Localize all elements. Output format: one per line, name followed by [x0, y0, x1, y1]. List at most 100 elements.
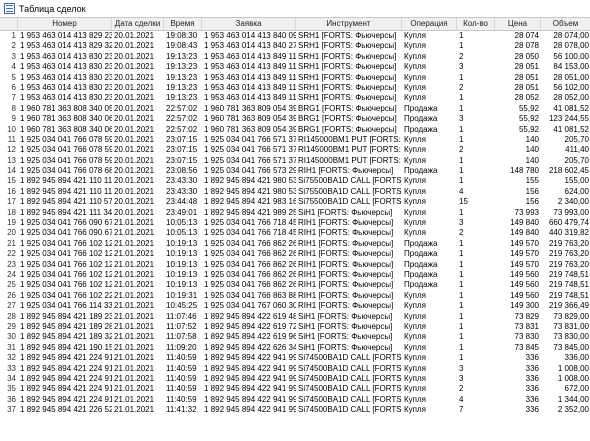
table-row[interactable]: 17 1 892 945 894 421 110 579 20.01.2021 23:… [0, 197, 590, 207]
column-header-operation[interactable]: Операция [402, 18, 457, 30]
table-row[interactable]: 31 1 892 945 894 421 190 150 21.01.2021 11:… [0, 343, 590, 353]
order-number-cell: 1 892 945 894 422 941 995 [204, 394, 296, 404]
trade-number-cell: 1 953 463 014 413 829 324 [20, 41, 112, 51]
trade-number-cell: 1 892 945 894 421 224 918 [20, 384, 112, 394]
table-row[interactable]: 23 1 925 034 041 766 102 127 21.01.2021 10:… [0, 260, 590, 270]
table-row[interactable]: 2 1 953 463 014 413 829 324 20.01.2021 19:0… [0, 41, 590, 52]
trade-number-cell: 1 925 034 041 766 078 689 [20, 166, 112, 176]
order-number-cell: 1 925 034 041 766 571 375 [204, 134, 296, 144]
table-row[interactable]: 11 1 925 034 041 766 078 593 20.01.2021 23:… [0, 135, 590, 145]
operation-cell: Продажа [404, 114, 438, 124]
table-row[interactable]: 3 1 953 463 014 413 830 232 20.01.2021 19:1… [0, 52, 590, 62]
quantity-cell: 2 [459, 228, 464, 238]
order-number-cell: 1 892 945 894 422 626 343 [204, 342, 296, 352]
order-number-cell: 1 925 034 041 766 573 294 [204, 166, 296, 176]
table-row[interactable]: 36 1 892 945 894 421 224 919 21.01.2021 11:… [0, 394, 590, 406]
table-row[interactable]: 9 1 960 781 363 808 340 060 20.01.2021 22:5… [0, 114, 590, 124]
trades-table[interactable]: Номер Дата сделки Время Заявка Инструмен… [0, 18, 590, 415]
trade-time-cell: 11:40:59 [166, 353, 197, 363]
trade-date-cell: 20.01.2021 [114, 51, 155, 61]
operation-cell: Продажа [404, 238, 438, 248]
trade-time-cell: 23:44:48 [166, 197, 198, 207]
table-row[interactable]: 18 1 892 945 894 421 111 348 20.01.2021 23:… [0, 207, 590, 219]
volume-cell: 660 479,74 [548, 218, 589, 228]
table-row[interactable]: 5 1 953 463 014 413 830 234 20.01.2021 19:1… [0, 73, 590, 83]
table-row[interactable]: 8 1 960 781 363 808 340 059 20.01.2021 22:5… [0, 103, 590, 115]
quantity-cell: 1 [459, 166, 464, 176]
table-row[interactable]: 32 1 892 945 894 421 224 915 21.01.2021 11:… [0, 353, 590, 364]
table-row[interactable]: 20 1 925 034 041 766 090 671 21.01.2021 10:… [0, 228, 590, 239]
table-row[interactable]: 16 1 892 945 894 421 110 115 20.01.2021 23:… [0, 186, 590, 198]
table-row[interactable]: 34 1 892 945 894 421 224 917 21.01.2021 11:… [0, 373, 590, 385]
instrument-cell: RIH1 [FORTS: Фьючерсы] [298, 280, 394, 290]
price-cell: 148 780 [510, 166, 539, 176]
column-header-volume[interactable]: Объем [541, 18, 590, 30]
operation-cell: Продажа [404, 269, 438, 279]
quantity-cell: 4 [459, 186, 464, 196]
instrument-cell: Si75500BA1D CALL [FORTS: Опц [298, 176, 402, 186]
instrument-cell: RIH1 [FORTS: Фьючерсы] [298, 228, 394, 238]
table-row[interactable]: 25 1 925 034 041 766 102 129 21.01.2021 10:… [0, 280, 590, 290]
table-row[interactable]: 24 1 925 034 041 766 102 128 21.01.2021 10:… [0, 269, 590, 281]
table-row[interactable]: 28 1 892 945 894 421 189 231 21.01.2021 11:… [0, 311, 590, 322]
table-row[interactable]: 13 1 925 034 041 766 078 595 20.01.2021 23:… [0, 156, 590, 166]
table-row[interactable]: 1 1 953 463 014 413 829 232 20.01.2021 19:0… [0, 31, 590, 41]
trade-date-cell: 21.01.2021 [114, 259, 155, 269]
trade-number-cell: 1 892 945 894 421 190 150 [20, 342, 112, 352]
table-row[interactable]: 33 1 892 945 894 421 224 916 21.01.2021 11:… [0, 364, 590, 374]
table-row[interactable]: 7 1 953 463 014 413 830 236 20.01.2021 19:1… [0, 93, 590, 103]
table-row[interactable]: 27 1 925 034 041 766 114 338 21.01.2021 10:… [0, 301, 590, 311]
instrument-cell: SRH1 [FORTS: Фьючерсы] [298, 41, 397, 51]
table-row[interactable]: 10 1 960 781 363 808 340 061 20.01.2021 22:… [0, 124, 590, 135]
instrument-cell: RIH1 [FORTS: Фьючерсы] [298, 238, 394, 248]
price-cell: 149 840 [510, 218, 539, 228]
price-cell: 28 078 [514, 41, 539, 51]
quantity-cell: 4 [459, 394, 464, 404]
instrument-cell: BRG1 [FORTS: Фьючерсы] [298, 124, 397, 134]
table-row[interactable]: 26 1 925 034 041 766 102 224 21.01.2021 10:… [0, 290, 590, 302]
column-header-time[interactable]: Время [164, 18, 202, 30]
table-row[interactable]: 29 1 892 945 894 421 189 281 21.01.2021 11:… [0, 322, 590, 332]
order-number-cell: 1 892 945 894 422 619 482 [204, 311, 296, 321]
column-header-quantity[interactable]: Кол-во [457, 18, 495, 30]
price-cell: 149 560 [510, 290, 539, 300]
table-row[interactable]: 6 1 953 463 014 413 830 235 20.01.2021 19:1… [0, 82, 590, 94]
table-row[interactable]: 30 1 892 945 894 421 189 326 21.01.2021 11:… [0, 332, 590, 343]
window-titlebar[interactable]: Таблица сделок [0, 0, 590, 18]
order-number-cell: 1 925 034 041 766 863 881 [204, 290, 296, 300]
trade-number-cell: 1 892 945 894 421 189 231 [20, 311, 112, 321]
operation-cell: Продажа [404, 166, 438, 176]
volume-cell: 2 352,00 [557, 405, 589, 415]
column-header-index[interactable] [0, 18, 18, 30]
table-row[interactable]: 37 1 892 945 894 421 226 525 21.01.2021 11:… [0, 405, 590, 415]
table-row[interactable]: 12 1 925 034 041 766 078 594 20.01.2021 23:… [0, 145, 590, 156]
table-row[interactable]: 21 1 925 034 041 766 102 125 21.01.2021 10:… [0, 239, 590, 249]
table-row[interactable]: 22 1 925 034 041 766 102 126 21.01.2021 10:… [0, 249, 590, 260]
column-header-order[interactable]: Заявка [202, 18, 296, 30]
operation-cell: Продажа [404, 249, 438, 259]
trade-date-cell: 21.01.2021 [114, 249, 155, 259]
quantity-cell: 3 [459, 373, 464, 383]
column-header-instrument[interactable]: Инструмент [296, 18, 402, 30]
table-row[interactable]: 35 1 892 945 894 421 224 918 21.01.2021 11:… [0, 384, 590, 394]
column-header-number[interactable]: Номер [18, 18, 112, 30]
instrument-cell: SiH1 [FORTS: Фьючерсы] [298, 321, 393, 331]
quantity-cell: 7 [459, 405, 464, 415]
instrument-cell: Si74500BA1D CALL [FORTS: Опц [298, 384, 402, 394]
volume-cell: 1 008,00 [557, 373, 589, 383]
table-row[interactable]: 15 1 892 945 894 421 110 114 20.01.2021 23:… [0, 176, 590, 186]
row-index-cell: 6 [11, 82, 16, 92]
table-row[interactable]: 19 1 925 034 041 766 090 670 21.01.2021 10:… [0, 218, 590, 228]
price-cell: 336 [525, 405, 539, 415]
price-cell: 336 [525, 384, 539, 394]
order-number-cell: 1 953 463 014 413 849 118 [204, 62, 296, 72]
column-header-price[interactable]: Цена [495, 18, 541, 30]
column-header-date[interactable]: Дата сделки [112, 18, 164, 30]
trade-number-cell: 1 925 034 041 766 102 128 [20, 269, 112, 279]
row-index-cell: 23 [7, 259, 16, 269]
operation-cell: Купля [404, 62, 426, 72]
table-row[interactable]: 14 1 925 034 041 766 078 689 20.01.2021 23:… [0, 166, 590, 177]
table-row[interactable]: 4 1 953 463 014 413 830 233 20.01.2021 19:1… [0, 62, 590, 73]
volume-cell: 440 319,82 [548, 228, 589, 238]
volume-cell: 84 153,00 [553, 62, 589, 72]
